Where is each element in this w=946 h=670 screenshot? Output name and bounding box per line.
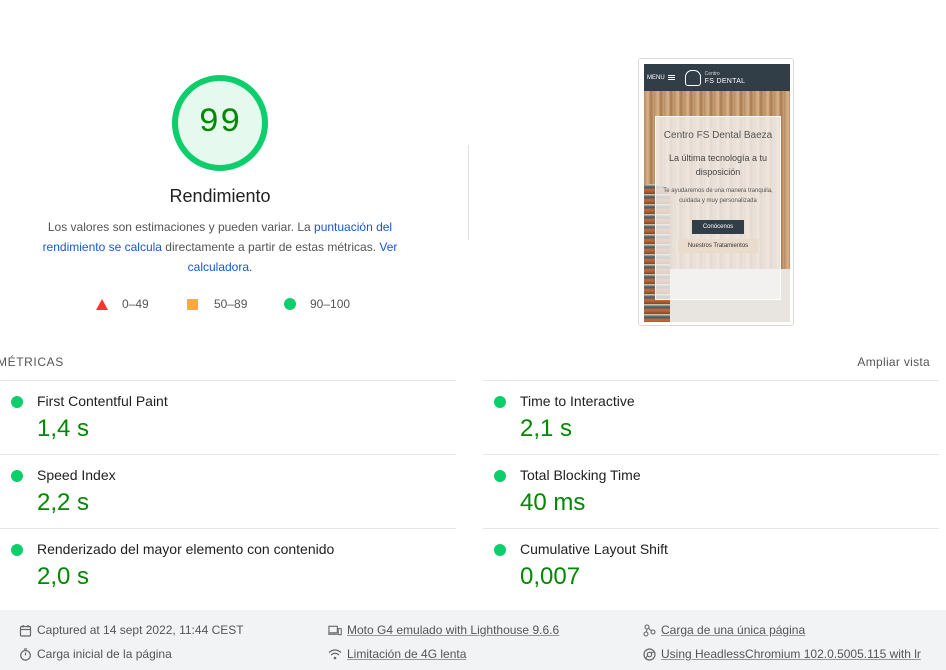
legend-item-average: 50–89 xyxy=(187,297,247,311)
final-screenshot[interactable]: MENU Centro FS DENTAL Centro FS Dental B… xyxy=(638,58,794,326)
metric-value: 1,4 s xyxy=(37,415,90,442)
metric-time-to-interactive: Time to Interactive 2,1 s xyxy=(483,380,939,454)
hero-primary-button: Conócenos xyxy=(692,220,744,234)
calendar-icon xyxy=(18,623,32,637)
legend-range: 50–89 xyxy=(214,297,248,311)
tooth-logo-icon xyxy=(684,69,701,86)
description-text: Los valores son estimaciones y pueden va… xyxy=(47,220,315,234)
gauge-title: Rendimiento xyxy=(169,186,271,206)
metric-speed-index: Speed Index 2,2 s xyxy=(0,454,456,528)
green-circle-icon xyxy=(11,544,23,556)
brand-small: Centro xyxy=(704,70,720,77)
hero-title: Centro FS Dental Baeza xyxy=(663,130,773,141)
device-emulation-text: Moto G4 emulado with Lighthouse 9.6.6 xyxy=(347,623,560,637)
hero-body: Te ayudaremos de una manera tranquila, c… xyxy=(663,188,773,204)
orange-square-icon xyxy=(187,298,198,310)
hero-card: Centro FS Dental Baeza La última tecnolo… xyxy=(655,116,781,300)
metric-label: Total Blocking Time xyxy=(520,467,641,483)
site-header: MENU Centro FS DENTAL xyxy=(644,64,790,91)
brand-name: FS DENTAL xyxy=(704,77,746,85)
footer-device[interactable]: Moto G4 emulado with Lighthouse 9.6.6 xyxy=(328,623,559,637)
browser-text: Using HeadlessChromium 102.0.5005.115 wi… xyxy=(661,647,921,661)
site-brand: Centro FS DENTAL xyxy=(705,71,746,85)
metric-value: 2,1 s xyxy=(520,415,573,442)
initial-load-text: Carga inicial de la página xyxy=(37,647,172,661)
performance-score: 99 xyxy=(198,104,242,142)
wifi-icon xyxy=(328,647,342,661)
screenshot-image: MENU Centro FS DENTAL Centro FS Dental B… xyxy=(644,64,790,322)
metric-value: 2,0 s xyxy=(37,563,90,590)
footer-throttling[interactable]: Limitación de 4G lenta xyxy=(328,647,466,661)
site-menu-label: MENU xyxy=(647,74,665,81)
footer-browser[interactable]: Using HeadlessChromium 102.0.5005.115 wi… xyxy=(642,647,921,661)
green-circle-icon xyxy=(494,470,506,482)
hero-secondary-button: Nuestros Tratamientos xyxy=(678,239,758,253)
devices-icon xyxy=(328,623,342,637)
legend-item-pass: 90–100 xyxy=(284,297,350,311)
expand-view-toggle[interactable]: Ampliar vista xyxy=(857,355,930,369)
metric-value: 0,007 xyxy=(520,563,581,590)
score-description: Los valores son estimaciones y pueden va… xyxy=(36,217,404,277)
throttling-text: Limitación de 4G lenta xyxy=(347,647,467,661)
footer-captured: Captured at 14 sept 2022, 11:44 CEST xyxy=(18,623,244,637)
description-text-middle: directamente a partir de estas métricas. xyxy=(161,240,380,254)
metric-value: 2,2 s xyxy=(37,489,90,516)
runtime-settings-footer: Captured at 14 sept 2022, 11:44 CEST Car… xyxy=(0,610,946,670)
metrics-header: MÉTRICAS xyxy=(0,355,64,369)
red-triangle-icon xyxy=(96,298,108,310)
vertical-divider xyxy=(468,145,469,240)
metric-label: First Contentful Paint xyxy=(37,393,168,409)
page-type-text: Carga de una única página xyxy=(661,623,806,637)
metric-largest-contentful-paint: Renderizado del mayor elemento con conte… xyxy=(0,528,456,602)
green-circle-icon xyxy=(11,470,23,482)
timer-icon xyxy=(18,647,32,661)
performance-gauge: 99 xyxy=(172,75,268,171)
green-circle-icon xyxy=(11,396,23,408)
metric-label: Cumulative Layout Shift xyxy=(520,541,668,557)
legend-item-fail: 0–49 xyxy=(96,297,149,311)
metric-label: Time to Interactive xyxy=(520,393,635,409)
metric-cumulative-layout-shift: Cumulative Layout Shift 0,007 xyxy=(483,528,939,602)
captured-time: Captured at 14 sept 2022, 11:44 CEST xyxy=(37,623,244,637)
legend-range: 90–100 xyxy=(310,297,351,311)
green-circle-icon xyxy=(494,396,506,408)
metric-total-blocking-time: Total Blocking Time 40 ms xyxy=(483,454,939,528)
green-circle-icon xyxy=(494,544,506,556)
footer-page-type[interactable]: Carga de una única página xyxy=(642,623,805,637)
metric-value: 40 ms xyxy=(520,489,586,516)
green-circle-icon xyxy=(284,298,296,310)
metric-label: Renderizado del mayor elemento con conte… xyxy=(37,541,335,557)
legend-range: 0–49 xyxy=(122,297,149,311)
metric-first-contentful-paint: First Contentful Paint 1,4 s xyxy=(0,380,456,454)
hero-subtitle: La última tecnología a tu disposición xyxy=(668,153,768,177)
footer-load: Carga inicial de la página xyxy=(18,647,172,661)
metric-label: Speed Index xyxy=(37,467,116,483)
chrome-icon xyxy=(642,647,656,661)
hamburger-icon xyxy=(667,75,675,80)
nodes-icon xyxy=(642,623,656,637)
